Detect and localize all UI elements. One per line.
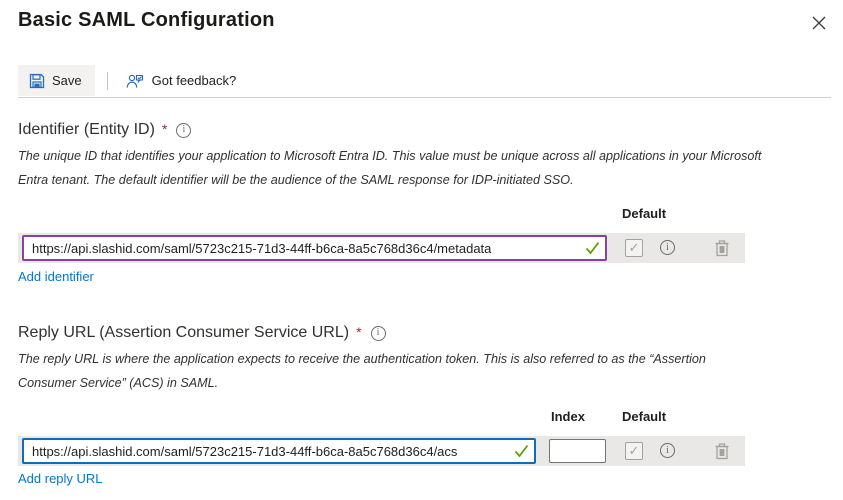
- toolbar-separator: [106, 71, 108, 90]
- delete-row-button[interactable]: [712, 441, 732, 461]
- toolbar: Save Got feedback?: [18, 65, 244, 96]
- reply-url-row: ✓ i: [18, 436, 745, 466]
- reply-url-input[interactable]: [22, 438, 536, 464]
- identifier-row: ✓ i: [18, 233, 745, 263]
- reply-url-section-title: Reply URL (Assertion Consumer Service UR…: [18, 324, 386, 342]
- got-feedback-label: Got feedback?: [151, 73, 237, 88]
- add-identifier-link[interactable]: Add identifier: [18, 269, 94, 284]
- add-reply-url-link[interactable]: Add reply URL: [18, 471, 103, 486]
- identifier-section-title: Identifier (Entity ID) * i: [18, 121, 192, 139]
- feedback-person-icon: [126, 74, 143, 88]
- identifier-url-input[interactable]: [22, 235, 607, 261]
- identifier-input-wrap: [22, 235, 607, 261]
- reply-url-input-wrap: [22, 438, 536, 464]
- page-title: Basic SAML Configuration: [18, 9, 275, 31]
- toolbar-divider: [18, 97, 831, 98]
- identifier-description: The unique ID that identifies your appli…: [18, 149, 762, 187]
- info-icon[interactable]: i: [660, 240, 675, 255]
- default-checkbox[interactable]: ✓: [625, 442, 643, 460]
- trash-icon: [715, 240, 729, 257]
- reply-url-description: The reply URL is where the application e…: [18, 352, 706, 390]
- index-input[interactable]: [549, 439, 606, 463]
- info-icon[interactable]: i: [660, 443, 675, 458]
- save-label: Save: [52, 73, 82, 88]
- default-column-header: Default: [622, 409, 667, 424]
- required-asterisk: *: [356, 324, 362, 340]
- default-column-header: Default: [622, 206, 667, 221]
- save-disk-icon: [29, 73, 45, 88]
- close-x-glyph: [812, 16, 826, 30]
- basic-saml-configuration-panel: Basic SAML Configuration Save Got feedba: [0, 0, 843, 500]
- required-asterisk: *: [161, 121, 168, 137]
- identifier-title-text: Identifier (Entity ID): [18, 121, 155, 138]
- info-icon[interactable]: i: [370, 325, 386, 341]
- default-checkbox[interactable]: ✓: [625, 239, 643, 257]
- close-icon[interactable]: [808, 12, 830, 34]
- index-column-header: Index: [551, 409, 585, 424]
- trash-icon: [715, 443, 729, 460]
- got-feedback-button[interactable]: Got feedback?: [118, 65, 245, 96]
- delete-row-button[interactable]: [712, 238, 732, 258]
- info-icon[interactable]: i: [176, 122, 192, 138]
- save-button[interactable]: Save: [18, 65, 95, 96]
- reply-url-title-text: Reply URL (Assertion Consumer Service UR…: [18, 324, 350, 341]
